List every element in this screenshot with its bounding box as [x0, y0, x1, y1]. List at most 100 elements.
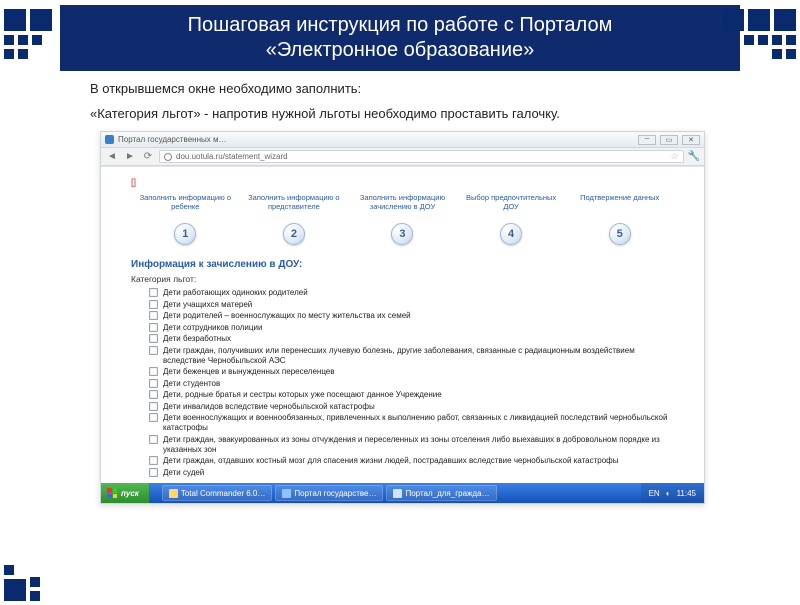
forward-button[interactable]: ► [123, 150, 137, 164]
taskbar-item[interactable]: Total Commander 6.0… [162, 485, 272, 501]
checkbox-item: Дети граждан, получивших или перенесших … [149, 346, 674, 366]
tab-title[interactable]: Портал государственных м… [118, 135, 226, 144]
step-label: Выбор предпочтительных ДОУ [457, 193, 566, 219]
field-label: Категория льгот: [131, 274, 674, 284]
title-line: Пошаговая инструкция по работе с Портало… [188, 14, 613, 36]
window-minimize-button[interactable]: ─ [638, 135, 656, 145]
checkbox[interactable] [149, 323, 158, 332]
checkbox-item: Дети судей [149, 468, 674, 478]
step-label: Заполнить информацию о ребенке [131, 193, 240, 219]
language-indicator[interactable]: EN [649, 489, 660, 498]
app-icon [169, 489, 178, 498]
checkbox-label: Дети безработных [163, 334, 231, 344]
section-title: Информация к зачислению в ДОУ: [131, 259, 674, 270]
step-bubble: 1 [174, 223, 196, 245]
checkbox-item: Дети безработных [149, 334, 674, 344]
settings-icon[interactable]: 🔧 [688, 151, 700, 162]
wizard-step-5[interactable]: Подтвержение данных 5 [565, 193, 674, 245]
checkbox-item: Дети граждан, отдавших костный мозг для … [149, 456, 674, 466]
window-titlebar: Портал государственных м… ─ ▭ ✕ [101, 132, 704, 148]
checkbox-label: Дети учащихся матерей [163, 300, 252, 310]
checkbox-label: Дети судей [163, 468, 204, 478]
tab-favicon [105, 135, 114, 144]
url-text: dou.uotula.ru/statement_wizard [176, 152, 288, 161]
checkbox[interactable] [149, 413, 158, 422]
checkbox-item: Дети инвалидов вследствие чернобыльской … [149, 402, 674, 412]
step-label: Заполнить информацию зачислению в ДОУ [348, 193, 457, 219]
checkbox[interactable] [149, 367, 158, 376]
window-close-button[interactable]: ✕ [682, 135, 700, 145]
intro-text-1: В открывшемся окне необходимо заполнить: [90, 81, 710, 96]
system-tray: EN ◐ 11:45 [641, 483, 704, 503]
checkbox-item: Дети работающих одиноких родителей [149, 288, 674, 298]
back-button[interactable]: ◄ [105, 150, 119, 164]
checkbox-item: Дети военнослужащих и военнообязанных, п… [149, 413, 674, 433]
checkbox[interactable] [149, 390, 158, 399]
taskbar-item-label: Портал государстве… [294, 489, 376, 498]
wizard-step-1[interactable]: Заполнить информацию о ребенке 1 [131, 193, 240, 245]
checkbox-label: Дети граждан, отдавших костный мозг для … [163, 456, 619, 466]
checkbox[interactable] [149, 468, 158, 477]
checkbox-label: Дети граждан, эвакуированных из зоны отч… [163, 435, 674, 455]
wizard-step-4[interactable]: Выбор предпочтительных ДОУ 4 [457, 193, 566, 245]
checkbox-label: Дети студентов [163, 379, 220, 389]
checkbox[interactable] [149, 379, 158, 388]
checkbox-item: Дети родителей – военнослужащих по месту… [149, 311, 674, 321]
checkbox-label: Дети родителей – военнослужащих по месту… [163, 311, 411, 321]
reload-button[interactable]: ⟳ [141, 150, 155, 164]
taskbar: пуск Total Commander 6.0… Портал государ… [101, 483, 704, 503]
browser-window: Портал государственных м… ─ ▭ ✕ ◄ ► ⟳ do… [100, 131, 705, 504]
checkbox[interactable] [149, 435, 158, 444]
taskbar-item-label: Портал_для_гражда… [405, 489, 489, 498]
page-content: [] Заполнить информацию о ребенке 1 Запо… [101, 166, 704, 483]
bookmark-icon[interactable]: ☆ [670, 151, 678, 162]
globe-icon [164, 153, 172, 161]
window-maximize-button[interactable]: ▭ [660, 135, 678, 145]
checkbox-item: Дети сотрудников полиции [149, 323, 674, 333]
checkbox-item: Дети беженцев и вынужденных переселенцев [149, 367, 674, 377]
error-marker: [] [131, 177, 674, 187]
checkbox-list: Дети работающих одиноких родителей Дети … [149, 288, 674, 478]
checkbox[interactable] [149, 288, 158, 297]
app-icon [282, 489, 291, 498]
checkbox[interactable] [149, 346, 158, 355]
checkbox-label: Дети сотрудников полиции [163, 323, 262, 333]
checkbox[interactable] [149, 456, 158, 465]
step-label: Подтвержение данных [565, 193, 674, 219]
checkbox-item: Дети студентов [149, 379, 674, 389]
checkbox-label: Дети работающих одиноких родителей [163, 288, 308, 298]
checkbox-item: Дети граждан, эвакуированных из зоны отч… [149, 435, 674, 455]
step-label: Заполнить информацию о представителе [240, 193, 349, 219]
address-bar: ◄ ► ⟳ dou.uotula.ru/statement_wizard ☆ 🔧 [101, 148, 704, 166]
app-icon [393, 489, 402, 498]
checkbox[interactable] [149, 311, 158, 320]
checkbox-label: Дети военнослужащих и военнообязанных, п… [163, 413, 674, 433]
wizard-step-2[interactable]: Заполнить информацию о представителе 2 [240, 193, 349, 245]
checkbox-label: Дети беженцев и вынужденных переселенцев [163, 367, 335, 377]
windows-logo-icon [107, 488, 117, 498]
title-line: «Электронное образование» [266, 39, 535, 61]
checkbox-label: Дети граждан, получивших или перенесших … [163, 346, 674, 366]
checkbox-item: Дети учащихся матерей [149, 300, 674, 310]
intro-text-2: «Категория льгот» - напротив нужной льго… [90, 106, 710, 121]
clock[interactable]: 11:45 [677, 489, 696, 498]
slide-title: Пошаговая инструкция по работе с Портало… [60, 5, 740, 71]
taskbar-item[interactable]: Портал государстве… [275, 485, 383, 501]
checkbox[interactable] [149, 300, 158, 309]
tray-icon[interactable]: ◐ [666, 489, 671, 498]
step-bubble: 4 [500, 223, 522, 245]
url-input[interactable]: dou.uotula.ru/statement_wizard ☆ [159, 150, 684, 163]
checkbox-label: Дети, родные братья и сестры которых уже… [163, 390, 442, 400]
start-button[interactable]: пуск [101, 483, 150, 503]
step-bubble: 2 [283, 223, 305, 245]
checkbox-item: Дети, родные братья и сестры которых уже… [149, 390, 674, 400]
checkbox[interactable] [149, 402, 158, 411]
start-label: пуск [121, 489, 139, 498]
step-bubble: 3 [391, 223, 413, 245]
taskbar-item-label: Total Commander 6.0… [181, 489, 265, 498]
taskbar-item[interactable]: Портал_для_гражда… [386, 485, 496, 501]
step-bubble: 5 [609, 223, 631, 245]
checkbox-label: Дети инвалидов вследствие чернобыльской … [163, 402, 375, 412]
wizard-step-3[interactable]: Заполнить информацию зачислению в ДОУ 3 [348, 193, 457, 245]
checkbox[interactable] [149, 334, 158, 343]
